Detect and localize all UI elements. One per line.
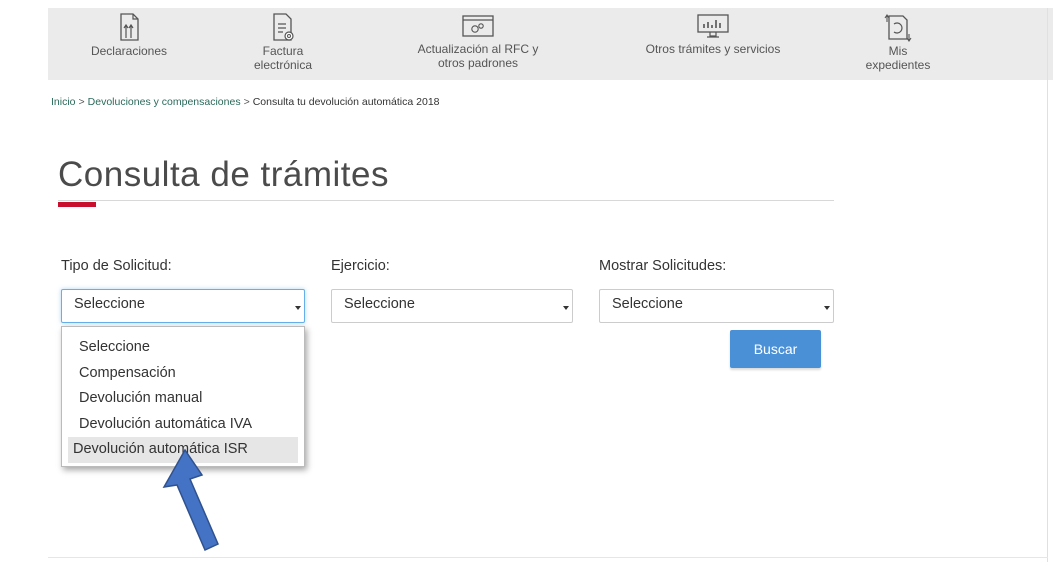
document-arrows-icon: [120, 13, 139, 41]
mostrar-solicitudes-select[interactable]: Seleccione: [599, 289, 834, 323]
breadcrumb-current: Consulta tu devolución automática 2018: [252, 96, 440, 108]
breadcrumb: Inicio > Devoluciones y compensaciones > Con…: [51, 96, 440, 108]
monitor-chart-icon: [697, 14, 729, 38]
chevron-down-icon: [295, 306, 301, 310]
dropdown-option[interactable]: Devolución manual: [68, 386, 298, 412]
page-right-border: [1047, 8, 1048, 562]
page-title: Consulta de trámites: [58, 155, 389, 194]
nav-factura-electronica[interactable]: Factura electrónica: [238, 8, 328, 72]
tipo-solicitud-value: Seleccione: [74, 296, 145, 312]
buscar-button[interactable]: Buscar: [730, 330, 821, 368]
page-bottom-border: [48, 557, 1048, 558]
nav-otros-tramites[interactable]: Otros trámites y servicios: [628, 8, 798, 56]
ejercicio-select[interactable]: Seleccione: [331, 289, 573, 323]
annotation-arrow-icon: [162, 448, 219, 552]
tipo-solicitud-label: Tipo de Solicitud:: [61, 258, 172, 274]
dropdown-option[interactable]: Seleccione: [68, 335, 298, 361]
breadcrumb-section[interactable]: Devoluciones y compensaciones: [88, 96, 241, 108]
dropdown-option[interactable]: Devolución automática IVA: [68, 412, 298, 438]
mostrar-solicitudes-label: Mostrar Solicitudes:: [599, 258, 727, 274]
title-accent-bar: [58, 202, 96, 207]
nav-label-otros: Otros trámites y servicios: [645, 42, 781, 56]
nav-declaraciones[interactable]: Declaraciones: [48, 8, 210, 58]
nav-mis-expedientes[interactable]: Mis expedientes: [853, 8, 943, 72]
breadcrumb-home[interactable]: Inicio: [51, 96, 76, 108]
folder-refresh-icon: [884, 14, 912, 42]
invoice-at-icon: [273, 13, 294, 41]
top-nav: Declaraciones Factura electrónica Actual…: [48, 8, 1053, 80]
tipo-solicitud-select[interactable]: Seleccione: [61, 289, 305, 323]
nav-label-expedientes: Mis expedientes: [865, 44, 931, 72]
nav-label-declaraciones: Declaraciones: [90, 44, 168, 58]
nav-label-factura: Factura electrónica: [253, 44, 313, 72]
nav-actualizacion-rfc[interactable]: Actualización al RFC y otros padrones: [388, 8, 568, 70]
title-divider: [58, 200, 834, 201]
breadcrumb-separator: >: [78, 96, 85, 108]
chevron-down-icon: [563, 306, 569, 310]
ejercicio-label: Ejercicio:: [331, 258, 390, 274]
browser-gears-icon: [462, 15, 494, 37]
ejercicio-value: Seleccione: [344, 296, 415, 312]
mostrar-solicitudes-value: Seleccione: [612, 296, 683, 312]
dropdown-option[interactable]: Compensación: [68, 361, 298, 387]
chevron-down-icon: [824, 306, 830, 310]
nav-label-rfc: Actualización al RFC y otros padrones: [417, 42, 539, 70]
breadcrumb-separator: >: [243, 96, 250, 108]
